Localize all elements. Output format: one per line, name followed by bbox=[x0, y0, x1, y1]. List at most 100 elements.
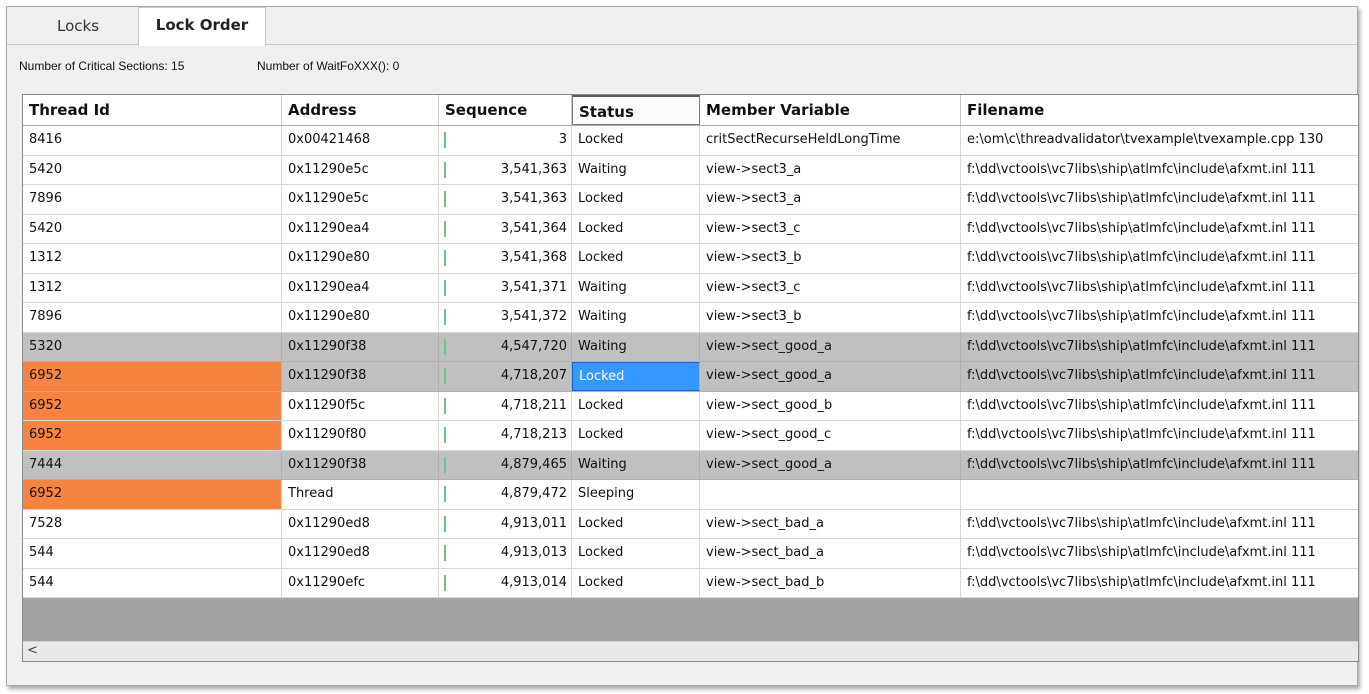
cell-status[interactable]: Locked bbox=[572, 568, 700, 597]
cell-thread-id[interactable]: 7444 bbox=[23, 450, 282, 479]
cell-address[interactable]: 0x11290f80 bbox=[282, 421, 439, 450]
cell-filename[interactable]: f:\dd\vctools\vc7libs\ship\atlmfc\includ… bbox=[961, 244, 1358, 273]
column-header-member-variable[interactable]: Member Variable bbox=[700, 95, 961, 125]
cell-sequence[interactable]: 3,541,363 bbox=[439, 185, 572, 214]
cell-thread-id[interactable]: 1312 bbox=[23, 244, 282, 273]
cell-status[interactable]: Locked bbox=[572, 126, 700, 155]
cell-address[interactable]: 0x11290efc bbox=[282, 568, 439, 597]
cell-sequence[interactable]: 4,879,472 bbox=[439, 480, 572, 509]
cell-member-variable[interactable]: view->sect3_b bbox=[700, 303, 961, 332]
cell-member-variable[interactable]: critSectRecurseHeldLongTime bbox=[700, 126, 961, 155]
cell-address[interactable]: 0x11290ea4 bbox=[282, 214, 439, 243]
cell-sequence[interactable]: 3,541,368 bbox=[439, 244, 572, 273]
cell-filename[interactable]: f:\dd\vctools\vc7libs\ship\atlmfc\includ… bbox=[961, 539, 1358, 568]
table-row[interactable]: 1312 0x11290e80 3,541,368 Locked view->sect3… bbox=[23, 244, 1358, 274]
cell-filename[interactable]: f:\dd\vctools\vc7libs\ship\atlmfc\includ… bbox=[961, 510, 1358, 539]
column-header-thread-id[interactable]: Thread Id bbox=[23, 95, 282, 125]
cell-address[interactable]: 0x11290f38 bbox=[282, 332, 439, 361]
cell-thread-id[interactable]: 8416 bbox=[23, 126, 282, 155]
cell-member-variable[interactable]: view->sect_bad_a bbox=[700, 509, 961, 538]
cell-filename[interactable]: f:\dd\vctools\vc7libs\ship\atlmfc\includ… bbox=[961, 362, 1358, 391]
cell-filename[interactable]: f:\dd\vctools\vc7libs\ship\atlmfc\includ… bbox=[961, 392, 1358, 421]
cell-status[interactable]: Locked bbox=[572, 509, 700, 538]
cell-status[interactable]: Locked bbox=[572, 421, 700, 450]
cell-status[interactable]: Sleeping bbox=[572, 480, 700, 509]
cell-member-variable[interactable]: view->sect_bad_b bbox=[700, 568, 961, 597]
table-row[interactable]: 544 0x11290ed8 4,913,013 Locked view->sect_b… bbox=[23, 539, 1358, 569]
cell-sequence[interactable]: 3,541,364 bbox=[439, 214, 572, 243]
cell-thread-id[interactable]: 6952 bbox=[23, 421, 282, 450]
cell-thread-id[interactable]: 5420 bbox=[23, 155, 282, 184]
cell-status[interactable]: Locked bbox=[572, 391, 700, 420]
cell-member-variable[interactable]: view->sect3_a bbox=[700, 185, 961, 214]
cell-filename[interactable]: f:\dd\vctools\vc7libs\ship\atlmfc\includ… bbox=[961, 421, 1358, 450]
cell-thread-id[interactable]: 6952 bbox=[23, 391, 282, 420]
cell-sequence[interactable]: 4,913,014 bbox=[439, 568, 572, 597]
cell-status[interactable]: Locked bbox=[572, 185, 700, 214]
cell-member-variable[interactable]: view->sect_good_a bbox=[700, 332, 961, 361]
cell-address[interactable]: 0x11290e5c bbox=[282, 155, 439, 184]
cell-address[interactable]: 0x11290f38 bbox=[282, 362, 439, 391]
tab-lock-order[interactable]: Lock Order bbox=[138, 7, 266, 46]
cell-status[interactable]: Locked bbox=[572, 539, 700, 568]
cell-filename[interactable]: e:\om\c\threadvalidator\tvexample\tvexam… bbox=[961, 126, 1358, 155]
cell-sequence[interactable]: 4,718,211 bbox=[439, 391, 572, 420]
cell-sequence[interactable]: 3 bbox=[439, 126, 572, 155]
cell-member-variable[interactable]: view->sect_good_a bbox=[700, 450, 961, 479]
cell-address[interactable]: 0x11290e5c bbox=[282, 185, 439, 214]
cell-member-variable[interactable]: view->sect3_c bbox=[700, 214, 961, 243]
cell-address[interactable]: 0x00421468 bbox=[282, 126, 439, 155]
horizontal-scrollbar[interactable]: < bbox=[23, 641, 1358, 661]
cell-member-variable[interactable]: view->sect3_c bbox=[700, 273, 961, 302]
column-header-address[interactable]: Address bbox=[282, 95, 439, 125]
cell-address[interactable]: 0x11290f5c bbox=[282, 391, 439, 420]
table-row[interactable]: 8416 0x00421468 3 Locked critSectRecurseHeld… bbox=[23, 126, 1358, 156]
cell-filename[interactable]: f:\dd\vctools\vc7libs\ship\atlmfc\includ… bbox=[961, 303, 1358, 332]
cell-status[interactable]: Waiting bbox=[572, 273, 700, 302]
cell-address[interactable]: 0x11290ed8 bbox=[282, 539, 439, 568]
cell-filename[interactable]: f:\dd\vctools\vc7libs\ship\atlmfc\includ… bbox=[961, 333, 1358, 362]
cell-thread-id[interactable]: 6952 bbox=[23, 362, 282, 391]
table-row[interactable]: 7896 0x11290e5c 3,541,363 Locked view->sect3… bbox=[23, 185, 1358, 215]
cell-status[interactable]: Locked bbox=[572, 244, 700, 273]
table-row[interactable]: 5320 0x11290f38 4,547,720 Waiting view->sect… bbox=[23, 332, 1358, 362]
table-row[interactable]: 6952 Thread 4,879,472 Sleeping bbox=[23, 480, 1358, 510]
cell-thread-id[interactable]: 544 bbox=[23, 568, 282, 597]
tab-locks[interactable]: Locks bbox=[19, 7, 137, 44]
cell-thread-id[interactable]: 7528 bbox=[23, 509, 282, 538]
cell-member-variable[interactable]: view->sect_good_a bbox=[700, 362, 961, 391]
table-row[interactable]: 544 0x11290efc 4,913,014 Locked view->sect_b… bbox=[23, 568, 1358, 598]
cell-sequence[interactable]: 4,718,213 bbox=[439, 421, 572, 450]
table-row[interactable]: 7528 0x11290ed8 4,913,011 Locked view->sect_… bbox=[23, 509, 1358, 539]
cell-member-variable[interactable]: view->sect3_b bbox=[700, 244, 961, 273]
cell-filename[interactable] bbox=[961, 480, 1358, 509]
cell-member-variable[interactable]: view->sect_bad_a bbox=[700, 539, 961, 568]
cell-status[interactable]: Waiting bbox=[572, 450, 700, 479]
cell-filename[interactable]: f:\dd\vctools\vc7libs\ship\atlmfc\includ… bbox=[961, 451, 1358, 480]
cell-sequence[interactable]: 3,541,371 bbox=[439, 273, 572, 302]
cell-address[interactable]: 0x11290e80 bbox=[282, 303, 439, 332]
cell-filename[interactable]: f:\dd\vctools\vc7libs\ship\atlmfc\includ… bbox=[961, 274, 1358, 303]
cell-thread-id[interactable]: 5420 bbox=[23, 214, 282, 243]
cell-status[interactable]: Locked bbox=[572, 214, 700, 243]
cell-thread-id[interactable]: 7896 bbox=[23, 303, 282, 332]
cell-sequence[interactable]: 4,547,720 bbox=[439, 332, 572, 361]
cell-status[interactable]: Waiting bbox=[572, 332, 700, 361]
cell-sequence[interactable]: 4,718,207 bbox=[439, 362, 572, 391]
table-row[interactable]: 7896 0x11290e80 3,541,372 Waiting view->sect… bbox=[23, 303, 1358, 333]
cell-address[interactable]: 0x11290e80 bbox=[282, 244, 439, 273]
table-row[interactable]: 5420 0x11290ea4 3,541,364 Locked view->sect3… bbox=[23, 214, 1358, 244]
table-row[interactable]: 6952 0x11290f38 4,718,207 Locked view->sect_… bbox=[23, 362, 1358, 392]
table-row[interactable]: 1312 0x11290ea4 3,541,371 Waiting view->sect… bbox=[23, 273, 1358, 303]
table-row[interactable]: 6952 0x11290f80 4,718,213 Locked view->sect_… bbox=[23, 421, 1358, 451]
cell-sequence[interactable]: 4,879,465 bbox=[439, 450, 572, 479]
cell-address[interactable]: 0x11290ed8 bbox=[282, 509, 439, 538]
cell-member-variable[interactable]: view->sect_good_b bbox=[700, 391, 961, 420]
cell-address[interactable]: Thread bbox=[282, 480, 439, 509]
cell-sequence[interactable]: 4,913,011 bbox=[439, 509, 572, 538]
cell-thread-id[interactable]: 1312 bbox=[23, 273, 282, 302]
cell-sequence[interactable]: 4,913,013 bbox=[439, 539, 572, 568]
column-header-filename[interactable]: Filename bbox=[961, 95, 1358, 125]
table-row[interactable]: 6952 0x11290f5c 4,718,211 Locked view->sect_… bbox=[23, 391, 1358, 421]
column-header-status[interactable]: Status bbox=[572, 95, 700, 125]
